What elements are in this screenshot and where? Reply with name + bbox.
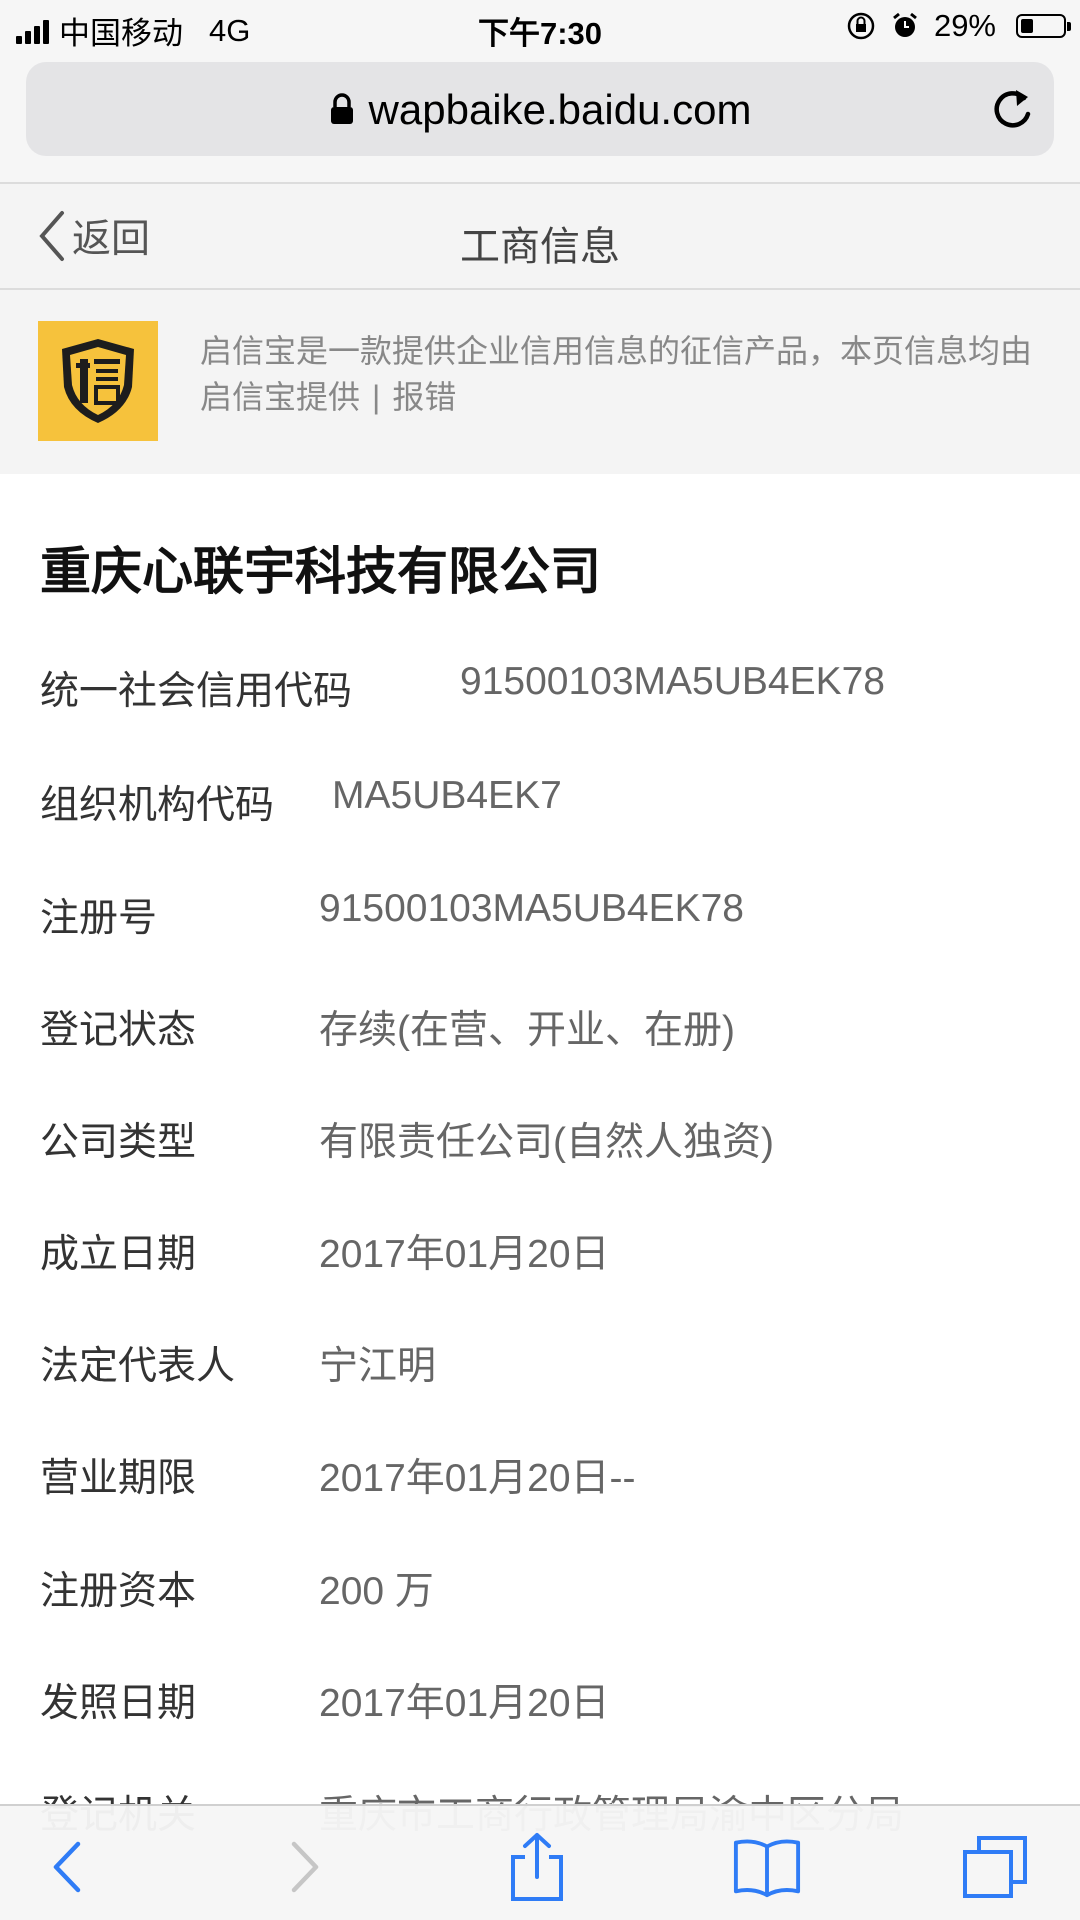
info-row: 统一社会信用代码 91500103MA5UB4EK78	[40, 660, 1040, 720]
browser-forward-button[interactable]	[270, 1832, 340, 1902]
info-label: 发照日期	[40, 1682, 197, 1725]
tabs-icon	[963, 1836, 1027, 1898]
info-value: MA5UB4EK7	[332, 774, 562, 817]
info-label: 注册号	[40, 897, 158, 940]
info-value: 有限责任公司(自然人独资)	[319, 1121, 774, 1164]
info-value: 存续(在营、开业、在册)	[319, 1009, 735, 1052]
info-value: 2017年01月20日	[319, 1682, 610, 1725]
info-label: 成立日期	[40, 1233, 197, 1276]
company-name: 重庆心联宇科技有限公司	[40, 543, 602, 600]
battery-percent: 29%	[933, 8, 996, 43]
info-label: 登记状态	[40, 1009, 197, 1052]
info-value: 200 万	[319, 1570, 434, 1613]
forward-icon	[291, 1841, 319, 1893]
banner-separator: |	[372, 379, 381, 415]
info-row: 登记状态 存续(在营、开业、在册)	[40, 999, 1040, 1059]
info-row: 成立日期 2017年01月20日	[40, 1223, 1040, 1283]
info-row: 组织机构代码 MA5UB4EK7	[40, 774, 1040, 834]
orientation-lock-icon	[847, 12, 875, 40]
battery-fill	[1021, 19, 1033, 33]
banner-description: 启信宝是一款提供企业信用信息的征信产品，本页信息均由启信宝提供 | 报错	[200, 328, 1050, 420]
info-label: 统一社会信用代码	[40, 670, 353, 713]
page-header: 返回 工商信息	[0, 182, 1080, 290]
status-bar: 中国移动 4G 下午7:30 29%	[0, 0, 1080, 54]
info-row: 发照日期 2017年01月20日	[40, 1672, 1040, 1732]
bookmarks-button[interactable]	[732, 1832, 802, 1902]
info-value: 2017年01月20日	[319, 1233, 610, 1276]
info-value: 91500103MA5UB4EK78	[319, 887, 744, 930]
browser-chrome: wapbaike.baidu.com	[0, 54, 1080, 182]
tabs-button[interactable]	[960, 1832, 1030, 1902]
banner-text: 启信宝是一款提供企业信用信息的征信产品，本页信息均由启信宝提供	[200, 333, 1033, 415]
source-banner: 启信宝是一款提供企业信用信息的征信产品，本页信息均由启信宝提供 | 报错	[0, 290, 1080, 474]
info-value: 91500103MA5UB4EK78	[460, 660, 885, 703]
info-value: 宁江明	[319, 1345, 437, 1388]
bookmarks-icon	[733, 1839, 801, 1898]
info-row: 公司类型 有限责任公司(自然人独资)	[40, 1111, 1040, 1171]
back-icon	[53, 1841, 81, 1893]
info-label: 公司类型	[40, 1121, 197, 1164]
info-row: 法定代表人 宁江明	[40, 1335, 1040, 1395]
share-button[interactable]	[502, 1832, 572, 1902]
info-label: 组织机构代码	[40, 784, 275, 827]
url-display[interactable]: wapbaike.baidu.com	[26, 86, 1054, 134]
reload-icon[interactable]	[990, 84, 1036, 134]
url-text: wapbaike.baidu.com	[368, 86, 752, 133]
browser-toolbar	[0, 1804, 1080, 1920]
info-label: 营业期限	[40, 1457, 197, 1500]
share-icon	[511, 1833, 563, 1901]
battery-icon	[1016, 14, 1071, 38]
lock-icon	[330, 93, 353, 124]
info-label: 法定代表人	[40, 1345, 236, 1388]
qixinbao-logo	[38, 321, 158, 441]
info-value: 2017年01月20日--	[319, 1457, 636, 1500]
alarm-icon	[893, 12, 917, 37]
page-title: 工商信息	[460, 225, 620, 269]
info-row: 注册号 91500103MA5UB4EK78	[40, 887, 1040, 947]
address-bar[interactable]: wapbaike.baidu.com	[26, 62, 1054, 156]
info-label: 注册资本	[40, 1570, 197, 1613]
status-right: 29%	[846, 8, 1071, 44]
shield-logo-icon	[62, 339, 134, 423]
report-error-link[interactable]: 报错	[392, 379, 456, 415]
browser-back-button[interactable]	[32, 1832, 102, 1902]
info-row: 营业期限 2017年01月20日--	[40, 1447, 1040, 1507]
info-row: 注册资本 200 万	[40, 1560, 1040, 1620]
